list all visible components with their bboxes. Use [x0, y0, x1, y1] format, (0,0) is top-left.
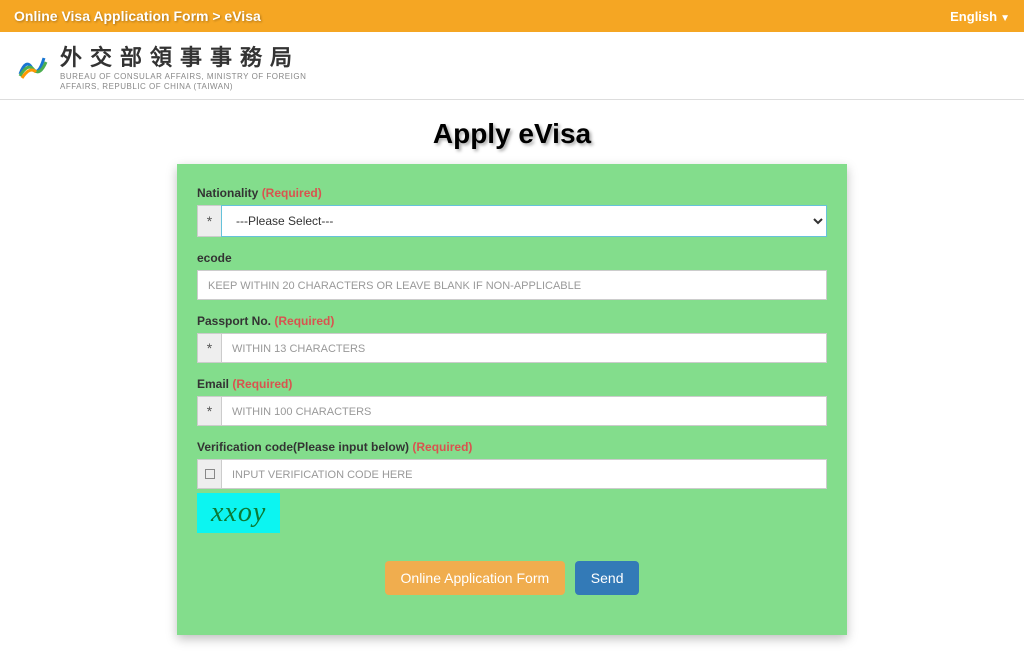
boca-logo-icon — [14, 48, 50, 84]
required-marker: (Required) — [262, 186, 322, 200]
email-addon: * — [197, 396, 221, 426]
label-verification-text: Verification code(Please input below) — [197, 440, 409, 454]
breadcrumb: Online Visa Application Form > eVisa — [14, 8, 261, 24]
nationality-addon: * — [197, 205, 221, 237]
label-nationality: Nationality (Required) — [197, 186, 827, 200]
page-title: Apply eVisa — [0, 118, 1024, 150]
header-text: 外交部領事事務局 BUREAU OF CONSULAR AFFAIRS, MIN… — [60, 40, 306, 91]
required-marker: (Required) — [274, 314, 334, 328]
field-verification: Verification code(Please input below) (R… — [197, 440, 827, 533]
captcha-text: xxoy — [211, 497, 266, 528]
required-marker: (Required) — [412, 440, 472, 454]
language-dropdown[interactable]: English▼ — [950, 9, 1010, 24]
online-application-form-button[interactable]: Online Application Form — [385, 561, 566, 595]
label-nationality-text: Nationality — [197, 186, 258, 200]
verification-checkbox-icon — [205, 469, 215, 479]
header-title-cn: 外交部領事事務局 — [60, 40, 306, 72]
field-nationality: Nationality (Required) * ---Please Selec… — [197, 186, 827, 237]
field-passport: Passport No. (Required) * — [197, 314, 827, 363]
ecode-input[interactable] — [197, 270, 827, 300]
label-passport: Passport No. (Required) — [197, 314, 827, 328]
required-marker: (Required) — [232, 377, 292, 391]
label-ecode: ecode — [197, 251, 827, 265]
topbar: Online Visa Application Form > eVisa Eng… — [0, 0, 1024, 32]
header-title-en1: BUREAU OF CONSULAR AFFAIRS, MINISTRY OF … — [60, 72, 306, 82]
send-button[interactable]: Send — [575, 561, 640, 595]
form-panel: Nationality (Required) * ---Please Selec… — [177, 164, 847, 635]
field-ecode: ecode — [197, 251, 827, 300]
language-label: English — [950, 9, 997, 24]
captcha-image: xxoy — [197, 493, 280, 533]
nationality-select[interactable]: ---Please Select--- — [221, 205, 827, 237]
label-email-text: Email — [197, 377, 229, 391]
passport-input[interactable] — [221, 333, 827, 363]
field-email: Email (Required) * — [197, 377, 827, 426]
verification-addon — [197, 459, 221, 489]
label-verification: Verification code(Please input below) (R… — [197, 440, 827, 454]
chevron-down-icon: ▼ — [1000, 13, 1010, 24]
email-input[interactable] — [221, 396, 827, 426]
header: 外交部領事事務局 BUREAU OF CONSULAR AFFAIRS, MIN… — [0, 32, 1024, 100]
passport-addon: * — [197, 333, 221, 363]
label-email: Email (Required) — [197, 377, 827, 391]
verification-input[interactable] — [221, 459, 827, 489]
button-row: Online Application Form Send — [197, 561, 827, 595]
label-passport-text: Passport No. — [197, 314, 271, 328]
header-title-en2: AFFAIRS, REPUBLIC OF CHINA (TAIWAN) — [60, 82, 306, 92]
